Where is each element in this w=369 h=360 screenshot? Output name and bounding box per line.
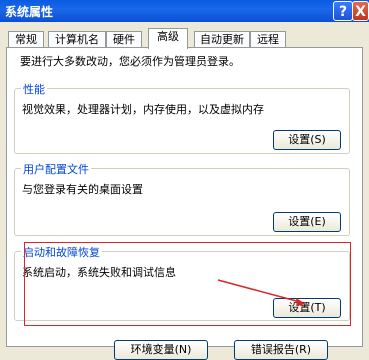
user-profiles-description: 与您登录有关的桌面设置 [22,183,143,196]
highlight-box [24,242,351,326]
tab-automatic-updates[interactable]: 自动更新 [194,31,250,48]
error-reporting-button[interactable]: 错误报告(R) [234,340,328,360]
admin-note: 要进行大多数改动，您必须作为管理员登录。 [20,55,240,68]
environment-variables-button[interactable]: 环境变量(N) [114,340,208,360]
performance-group-label: 性能 [21,81,47,97]
user-profiles-group: 用户配置文件 与您登录有关的桌面设置 设置(E) [14,161,350,236]
performance-description: 视觉效果，处理器计划，内存使用，以及虚拟内存 [22,103,264,116]
tab-computer-name[interactable]: 计算机名 [48,31,106,48]
performance-settings-button[interactable]: 设置(S) [273,130,341,150]
title-bar: 系统属性 ? X [0,0,369,22]
user-profiles-group-label: 用户配置文件 [21,161,91,177]
tab-general[interactable]: 常规 [8,31,44,48]
user-profiles-settings-button[interactable]: 设置(E) [273,212,341,232]
help-button[interactable]: ? [333,1,353,21]
performance-group: 性能 视觉效果，处理器计划，内存使用，以及虚拟内存 设置(S) [14,81,350,154]
window-title: 系统属性 [5,5,54,19]
tab-remote[interactable]: 远程 [250,31,286,48]
tab-advanced[interactable]: 高级 [148,28,188,49]
close-button[interactable]: X [352,1,369,21]
tab-hardware[interactable]: 硬件 [106,31,142,48]
